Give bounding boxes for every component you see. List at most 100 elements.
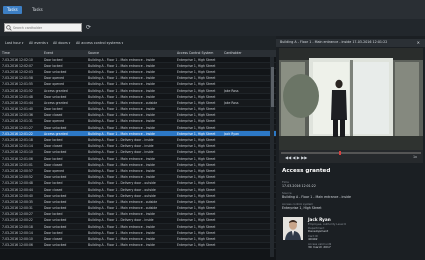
- cell-source: Building A - Floor 1 - Main entrance - i…: [88, 162, 155, 167]
- cell-event: Door unlocked: [44, 243, 67, 248]
- cell-source: Building A - Floor 1 - Main entrance - o…: [88, 206, 158, 211]
- cell-source: Building A - Floor 1 - Main entrance - i…: [88, 212, 155, 217]
- cell-acs: Enterprise 1, High Street: [177, 57, 216, 62]
- playback-speed[interactable]: 1x: [413, 155, 417, 159]
- cell-source: Building A - Floor 1 - Delivery door - i…: [88, 218, 154, 223]
- cell-source: Building A - Floor 1 - Main entrance - i…: [88, 57, 155, 62]
- cell-source: Building A - Floor 1 - Main entrance - i…: [88, 168, 155, 173]
- filter-events[interactable]: All events: [27, 39, 50, 47]
- cell-source: Building A - Floor 1 - Main entrance - i…: [88, 230, 155, 235]
- timeline-marker[interactable]: [339, 151, 341, 155]
- col-acs[interactable]: Access Control System: [177, 51, 213, 55]
- cell-acs: Enterprise 1, High Street: [177, 237, 216, 242]
- cell-time: 7-03-2016 12:01:40: [2, 107, 33, 112]
- event-details: Access granted Time 17-03-2016 12:01:22 …: [279, 164, 423, 260]
- avatar: [283, 217, 303, 240]
- search-input[interactable]: [13, 24, 81, 31]
- col-cardholder[interactable]: Cardholder: [224, 51, 242, 55]
- table-row[interactable]: 7-03-2016 12:00:06 Door unlocked Building …: [0, 243, 276, 249]
- cell-event: Door opened: [44, 168, 65, 173]
- card-id-value: 40402: [308, 237, 318, 241]
- cell-event: Door locked: [44, 212, 63, 217]
- cell-event: Door locked: [44, 57, 63, 62]
- cell-event: Door unlocked: [44, 150, 67, 155]
- tab-tasks-secondary[interactable]: Tasks: [28, 6, 47, 14]
- col-event[interactable]: Event: [44, 51, 53, 55]
- refresh-icon[interactable]: ⟳: [86, 24, 93, 31]
- cell-source: Building A - Floor 1 - Main entrance - i…: [88, 107, 155, 112]
- event-heading: Access granted: [282, 168, 331, 174]
- cell-source: Building A - Floor 1 - Main entrance - i…: [88, 113, 155, 118]
- cell-time: 7-03-2016 12:00:18: [2, 224, 33, 229]
- scrollbar-thumb[interactable]: [270, 67, 274, 107]
- cell-source: Building A - Floor 1 - Main entrance - i…: [88, 69, 155, 74]
- cell-acs: Enterprise 1, High Street: [177, 69, 216, 74]
- cell-acs: Enterprise 1, High Street: [177, 230, 216, 235]
- cell-source: Building A - Floor 1 - Delivery door - o…: [88, 193, 156, 198]
- cell-acs: Enterprise 1, High Street: [177, 94, 216, 99]
- cell-event: Door unlocked: [44, 193, 67, 198]
- cell-acs: Enterprise 1, High Street: [177, 199, 216, 204]
- cell-acs: Enterprise 1, High Street: [177, 181, 216, 186]
- acs-value: Enterprise 1, High Street: [282, 206, 322, 210]
- playback-buttons[interactable]: ◀◀ ◀ ▶ ▶▶: [285, 155, 307, 160]
- valid-until-value: 30 march 2017: [308, 245, 331, 249]
- cell-time: 7-03-2016 12:01:10: [2, 150, 33, 155]
- cell-time: 7-03-2016 12:01:52: [2, 88, 33, 93]
- cell-acs: Enterprise 1, High Street: [177, 82, 216, 87]
- cell-source: Building A - Floor 1 - Main entrance - i…: [88, 94, 155, 99]
- filter-time[interactable]: Last hour: [3, 39, 25, 47]
- cell-source: Building A - Floor 1 - Main entrance - i…: [88, 237, 155, 242]
- col-source[interactable]: Source: [88, 51, 99, 55]
- search-row: ⟳: [0, 19, 425, 36]
- cell-cardholder: Jake Ross: [224, 88, 239, 93]
- cell-source: Building A - Floor 1 - Delivery door - i…: [88, 138, 154, 143]
- cell-acs: Enterprise 1, High Street: [177, 113, 216, 118]
- cell-event: Door locked: [44, 181, 63, 186]
- filter-doors[interactable]: All doors: [51, 39, 72, 47]
- cell-acs: Enterprise 1, High Street: [177, 206, 216, 211]
- cell-acs: Enterprise 1, High Street: [177, 193, 216, 198]
- cell-source: Building A - Floor 1 - Main entrance - i…: [88, 76, 155, 81]
- close-icon[interactable]: ✕: [417, 40, 420, 45]
- timeline-scrubber[interactable]: [281, 151, 421, 155]
- cell-event: Door locked: [44, 107, 63, 112]
- cell-time: 7-03-2016 12:00:40: [2, 193, 33, 198]
- cell-source: Building A - Floor 1 - Main entrance - i…: [88, 82, 155, 87]
- cell-acs: Enterprise 1, High Street: [177, 100, 216, 105]
- cell-event: Door closed: [44, 113, 63, 118]
- cell-event: Door closed: [44, 187, 63, 192]
- table-scrollbar[interactable]: [270, 57, 274, 257]
- search-icon: [6, 25, 12, 31]
- cell-time: 7-03-2016 12:00:06: [2, 243, 33, 248]
- cell-acs: Enterprise 1, High Street: [177, 187, 216, 192]
- cell-event: Door closed: [44, 237, 63, 242]
- cell-time: 7-03-2016 12:01:31: [2, 119, 33, 124]
- cell-acs: Enterprise 1, High Street: [177, 218, 216, 223]
- search-box[interactable]: [4, 23, 82, 32]
- filter-acs[interactable]: All access control systems: [74, 39, 125, 47]
- cell-source: Building A - Floor 1 - Main entrance - o…: [88, 199, 158, 204]
- table-header: Time Event Source Access Control System …: [0, 50, 276, 57]
- cell-event: Access granted: [44, 131, 68, 136]
- cell-source: Building A - Floor 1 - Main entrance - i…: [88, 119, 155, 124]
- cell-event: Door unlocked: [44, 69, 67, 74]
- source-value: Building A - Floor 1 - Main entrance - i…: [282, 195, 351, 199]
- cell-acs: Enterprise 1, High Street: [177, 138, 216, 143]
- col-time[interactable]: Time: [2, 51, 10, 55]
- cell-event: Door unlocked: [44, 224, 67, 229]
- cell-event: Door locked: [44, 230, 63, 235]
- cell-acs: Enterprise 1, High Street: [177, 243, 216, 248]
- video-view[interactable]: [279, 48, 423, 150]
- tab-tasks-primary[interactable]: Tasks: [3, 6, 22, 14]
- cell-time: 7-03-2016 12:00:22: [2, 218, 33, 223]
- cell-event: Door closed: [44, 144, 63, 149]
- cell-source: Building A - Floor 1 - Main entrance - o…: [88, 100, 158, 105]
- cell-time: 7-03-2016 12:00:35: [2, 199, 33, 204]
- cell-source: Building A - Floor 1 - Main entrance - i…: [88, 88, 155, 93]
- cell-time: 7-03-2016 12:02:10: [2, 57, 33, 62]
- cell-time: 7-03-2016 12:00:57: [2, 168, 33, 173]
- top-bar: Tasks Tasks: [0, 0, 425, 19]
- cell-cardholder: Jack Ryan: [224, 131, 239, 136]
- cell-acs: Enterprise 1, High Street: [177, 162, 216, 167]
